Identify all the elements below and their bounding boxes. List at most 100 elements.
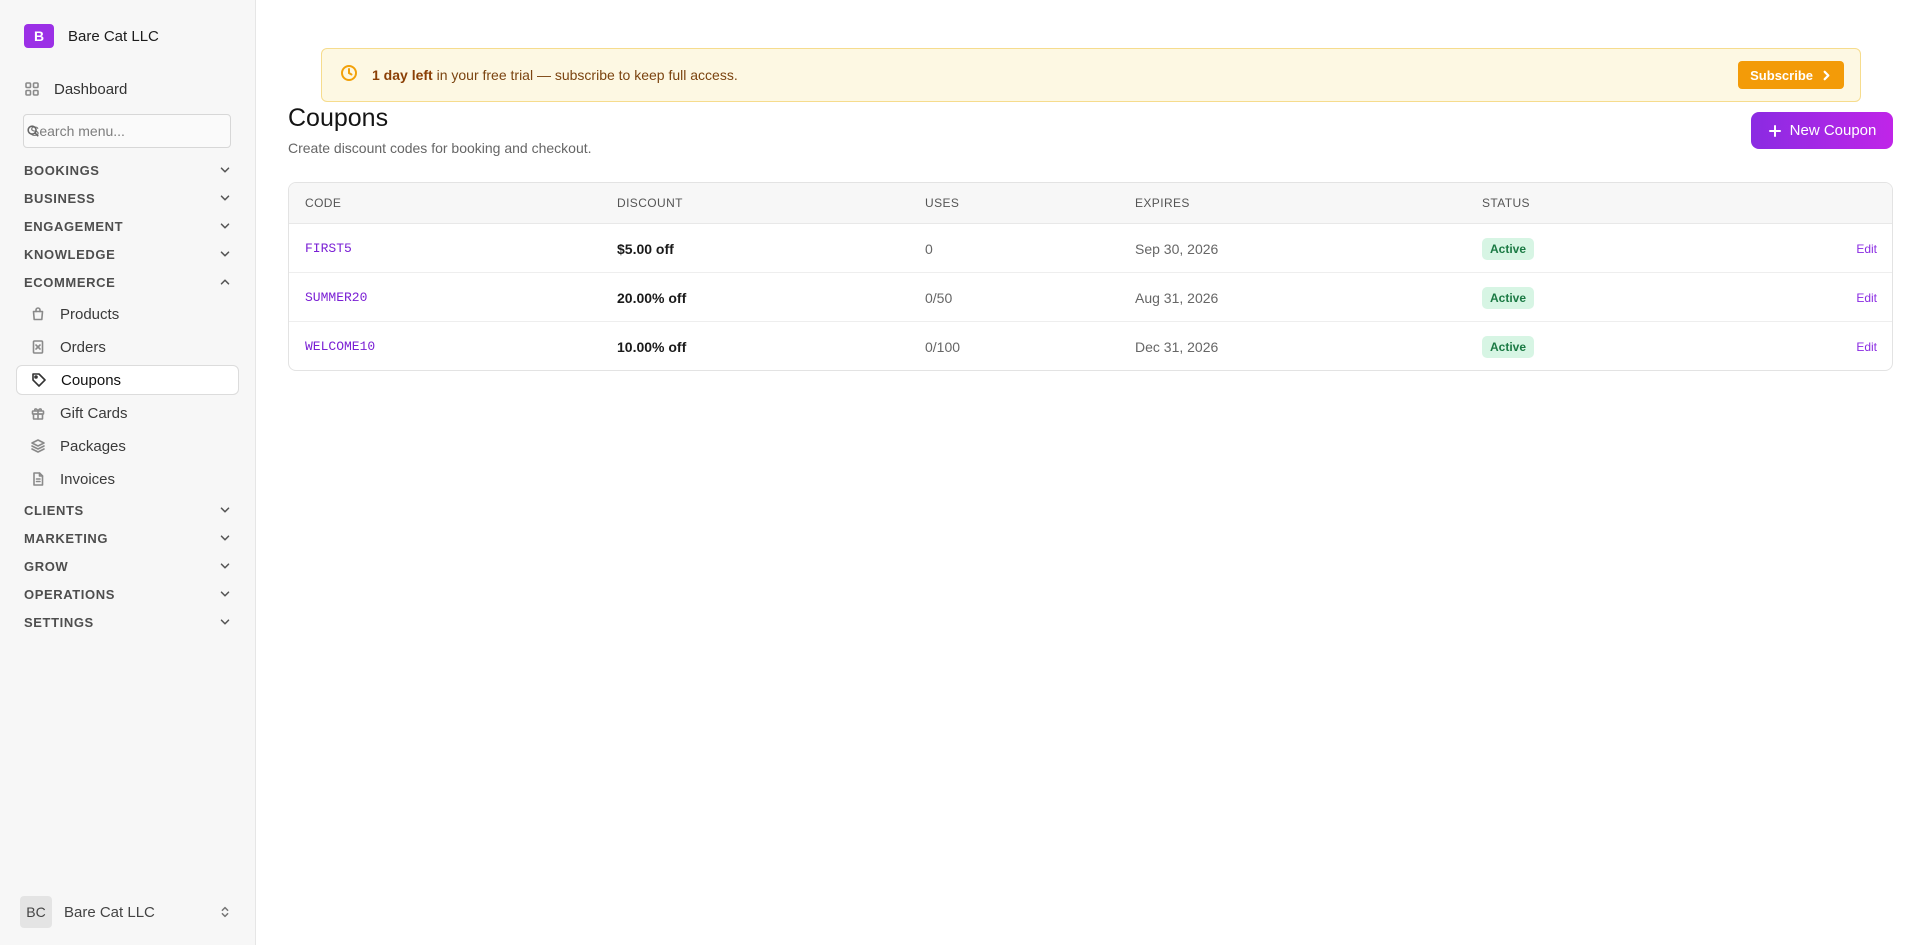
column-header-expires: EXPIRES (1135, 196, 1190, 210)
plus-icon (1768, 124, 1781, 137)
coupon-discount: 10.00% off (617, 338, 687, 355)
coupon-uses: 0/50 (925, 289, 953, 306)
section-label: CLIENTS (24, 502, 84, 518)
status-cell: Active (1482, 273, 1535, 322)
search-input[interactable] (26, 115, 230, 147)
section-label: BUSINESS (24, 190, 96, 206)
account-switcher[interactable]: BC Bare Cat LLC (20, 896, 232, 928)
table-header: CODE DISCOUNT USES EXPIRES STATUS (289, 183, 1892, 224)
status-cell: Active (1482, 224, 1535, 273)
invoice-icon (30, 471, 46, 487)
column-header-code: CODE (305, 196, 342, 210)
coupon-code: FIRST5 (305, 241, 352, 256)
section-business[interactable]: BUSINESS (24, 188, 232, 208)
coupons-table: CODE DISCOUNT USES EXPIRES STATUS FIRST5… (288, 182, 1893, 371)
account-name: Bare Cat LLC (64, 903, 155, 921)
coupon-discount: $5.00 off (617, 240, 674, 257)
brand[interactable]: B Bare Cat LLC (24, 24, 159, 48)
sidebar-item-label: Coupons (61, 371, 122, 389)
search-box (23, 114, 231, 148)
section-label: KNOWLEDGE (24, 246, 116, 262)
brand-logo: B (24, 24, 54, 48)
column-header-discount: DISCOUNT (617, 196, 683, 210)
chevron-down-icon (220, 167, 230, 173)
edit-link[interactable]: Edit (1856, 322, 1877, 370)
status-cell: Active (1482, 322, 1535, 370)
new-coupon-button[interactable]: New Coupon (1751, 112, 1893, 149)
sidebar-item-dashboard[interactable]: Dashboard (24, 78, 127, 100)
column-header-uses: USES (925, 196, 960, 210)
section-label: ECOMMERCE (24, 274, 116, 290)
sidebar-item-gift-cards[interactable]: Gift Cards (16, 398, 239, 428)
trial-message: 1 day left in your free trial — subscrib… (372, 67, 1738, 83)
section-bookings[interactable]: BOOKINGS (24, 160, 232, 180)
section-settings[interactable]: SETTINGS (24, 612, 232, 632)
edit-link[interactable]: Edit (1856, 273, 1877, 322)
sidebar-item-label: Orders (60, 338, 106, 356)
section-knowledge[interactable]: KNOWLEDGE (24, 244, 232, 264)
receipt-icon (30, 339, 46, 355)
chevron-down-icon (220, 563, 230, 569)
avatar: BC (20, 896, 52, 928)
search-icon (27, 125, 39, 137)
sidebar-item-label: Dashboard (54, 80, 128, 98)
section-engagement[interactable]: ENGAGEMENT (24, 216, 232, 236)
sidebar-item-invoices[interactable]: Invoices (16, 464, 239, 494)
sidebar-item-label: Products (60, 305, 120, 323)
section-grow[interactable]: GROW (24, 556, 232, 576)
section-marketing[interactable]: MARKETING (24, 528, 232, 548)
grid-icon (24, 81, 40, 97)
sidebar-item-products[interactable]: Products (16, 299, 239, 329)
coupon-code: SUMMER20 (305, 290, 368, 305)
table-row: SUMMER20 20.00% off 0/50 Aug 31, 2026 Ac… (289, 273, 1892, 322)
page-subtitle: Create discount codes for booking and ch… (288, 140, 592, 156)
edit-link[interactable]: Edit (1856, 224, 1877, 273)
coupon-expires: Sep 30, 2026 (1135, 240, 1219, 257)
chevron-down-icon (220, 223, 230, 229)
status-badge: Active (1482, 237, 1535, 260)
coupon-expires: Dec 31, 2026 (1135, 338, 1219, 355)
sidebar-item-packages[interactable]: Packages (16, 431, 239, 461)
coupon-uses: 0 (925, 240, 933, 257)
subscribe-label: Subscribe (1750, 67, 1813, 83)
section-label: SETTINGS (24, 614, 94, 630)
chevron-down-icon (220, 591, 230, 597)
page-title: Coupons (288, 104, 389, 132)
chevron-down-icon (220, 251, 230, 257)
gift-icon (30, 405, 46, 421)
table-row: FIRST5 $5.00 off 0 Sep 30, 2026 Active E… (289, 224, 1892, 273)
chevron-down-icon (220, 195, 230, 201)
chevron-down-icon (220, 507, 230, 513)
clock-icon (340, 64, 358, 87)
section-label: BOOKINGS (24, 162, 100, 178)
coupon-code: WELCOME10 (305, 339, 376, 354)
chevron-down-icon (220, 619, 230, 625)
trial-message-text: in your free trial — subscribe to keep f… (432, 67, 738, 83)
sidebar-item-coupons[interactable]: Coupons (16, 365, 239, 395)
tag-icon (31, 372, 47, 388)
section-ecommerce[interactable]: ECOMMERCE (24, 272, 232, 292)
sidebar-item-label: Packages (60, 437, 126, 455)
section-label: OPERATIONS (24, 586, 115, 602)
sidebar-item-label: Gift Cards (60, 404, 128, 422)
layers-icon (30, 438, 46, 454)
sidebar-item-orders[interactable]: Orders (16, 332, 239, 362)
coupon-uses: 0/100 (925, 338, 961, 355)
section-operations[interactable]: OPERATIONS (24, 584, 232, 604)
section-clients[interactable]: CLIENTS (24, 500, 232, 520)
chevron-down-icon (220, 535, 230, 541)
status-badge: Active (1482, 335, 1535, 358)
trial-days-left: 1 day left (372, 67, 433, 83)
section-label: MARKETING (24, 530, 109, 546)
coupon-discount: 20.00% off (617, 289, 687, 306)
chevron-up-icon (220, 279, 230, 285)
column-header-status: STATUS (1482, 196, 1530, 210)
status-badge: Active (1482, 286, 1535, 309)
trial-banner: 1 day left in your free trial — subscrib… (321, 48, 1861, 102)
bag-icon (30, 306, 46, 322)
section-label: ENGAGEMENT (24, 218, 124, 234)
coupon-expires: Aug 31, 2026 (1135, 289, 1219, 306)
subscribe-button[interactable]: Subscribe (1738, 61, 1844, 89)
brand-name: Bare Cat LLC (68, 27, 159, 45)
sidebar-item-label: Invoices (60, 470, 116, 488)
